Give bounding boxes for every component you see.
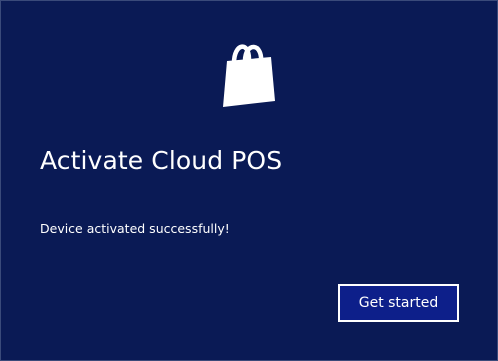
status-message: Device activated successfully! (40, 221, 230, 236)
activation-window: Activate Cloud POS Device activated succ… (0, 0, 498, 361)
get-started-button[interactable]: Get started (338, 284, 459, 322)
page-title: Activate Cloud POS (40, 146, 283, 175)
shopping-bag-icon (223, 44, 275, 107)
